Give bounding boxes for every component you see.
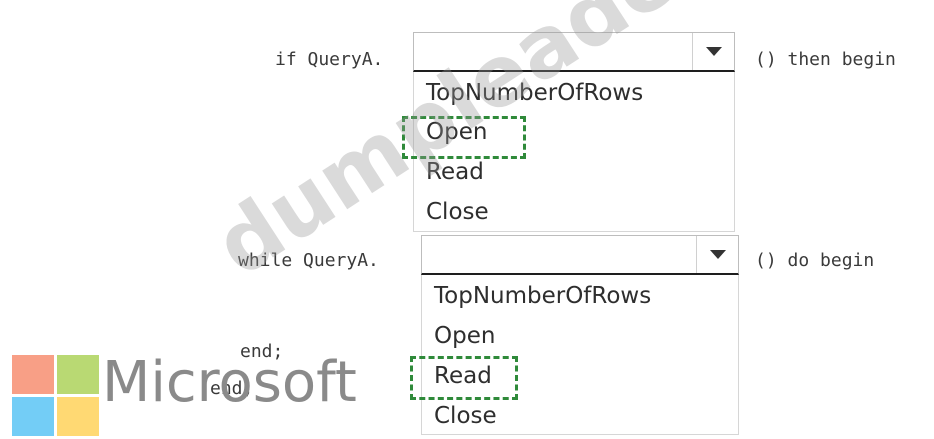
chevron-down-icon bbox=[709, 250, 726, 259]
option-open[interactable]: Open bbox=[434, 323, 495, 349]
option-top-number-of-rows[interactable]: TopNumberOfRows bbox=[434, 283, 651, 309]
logo-square-red bbox=[12, 355, 54, 394]
logo-square-blue bbox=[12, 397, 54, 436]
chevron-down-icon bbox=[705, 47, 722, 56]
loop-options-list: TopNumberOfRows Open Read Close bbox=[421, 275, 739, 435]
condition-dropdown[interactable] bbox=[413, 32, 735, 72]
selected-answer-box bbox=[410, 356, 518, 400]
if-prefix: if QueryA. bbox=[275, 49, 384, 70]
option-close[interactable]: Close bbox=[426, 199, 489, 225]
logo-square-green bbox=[57, 355, 99, 394]
loop-dropdown-toggle[interactable] bbox=[696, 236, 738, 273]
if-suffix: () then begin bbox=[755, 49, 896, 70]
option-close[interactable]: Close bbox=[434, 403, 497, 429]
microsoft-logo-text: Microsoft bbox=[102, 350, 357, 415]
loop-dropdown[interactable] bbox=[421, 235, 739, 275]
selected-answer-box bbox=[402, 116, 526, 159]
option-top-number-of-rows[interactable]: TopNumberOfRows bbox=[426, 80, 643, 106]
option-read[interactable]: Read bbox=[426, 159, 484, 185]
logo-square-yellow bbox=[57, 397, 99, 436]
while-suffix: () do begin bbox=[755, 250, 875, 271]
while-prefix: while QueryA. bbox=[238, 250, 379, 271]
condition-dropdown-toggle[interactable] bbox=[692, 33, 734, 70]
